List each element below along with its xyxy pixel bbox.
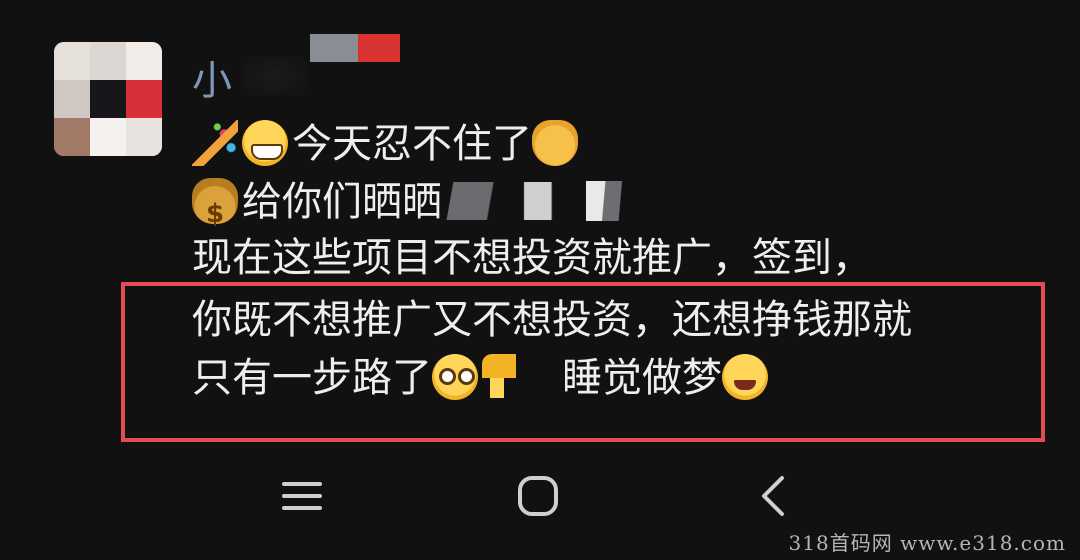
back-button[interactable]	[744, 466, 804, 526]
avatar-mosaic-block	[90, 118, 126, 156]
message-line-text: 现在这些项目不想投资就推广，签到，	[192, 235, 872, 281]
message-line: 给你们晒晒	[192, 176, 630, 240]
message-line-text: 给你们晒晒	[242, 179, 442, 225]
highlight-annotation-box	[121, 282, 1045, 442]
avatar-mosaic-block	[90, 80, 126, 118]
redacted-text-block	[586, 181, 630, 221]
sender-avatar[interactable]	[54, 42, 162, 156]
avatar-mosaic-block	[54, 118, 90, 156]
author-name[interactable]: 小	[192, 48, 232, 106]
redacted-name-block	[358, 34, 400, 62]
site-watermark: 318首码网 www.e318.com	[788, 531, 1066, 555]
grinning-face-icon	[242, 120, 288, 166]
avatar-mosaic-block	[54, 42, 90, 80]
cat-face-icon	[532, 120, 578, 166]
redacted-name-smudge	[242, 56, 308, 96]
home-button[interactable]	[508, 466, 568, 526]
message-line: 现在这些项目不想投资就推广，签到，	[192, 232, 872, 284]
recent-apps-button[interactable]	[272, 466, 332, 526]
back-icon	[762, 476, 784, 516]
avatar-mosaic-block	[126, 118, 162, 156]
avatar-mosaic-block	[126, 42, 162, 80]
recent-apps-icon	[282, 482, 322, 510]
avatar-mosaic-block	[126, 80, 162, 118]
party-popper-icon	[192, 120, 238, 166]
redacted-name-block	[310, 34, 358, 62]
redacted-text-block	[508, 182, 586, 220]
avatar-mosaic-block	[54, 80, 90, 118]
redacted-text-block	[442, 182, 508, 220]
message-line-text: 今天忍不住了	[292, 121, 532, 167]
message-line: 今天忍不住了	[192, 118, 582, 170]
avatar-mosaic-block	[90, 42, 126, 80]
home-icon	[518, 476, 558, 516]
system-navigation-bar	[0, 452, 1080, 532]
money-bag-icon	[192, 178, 238, 240]
